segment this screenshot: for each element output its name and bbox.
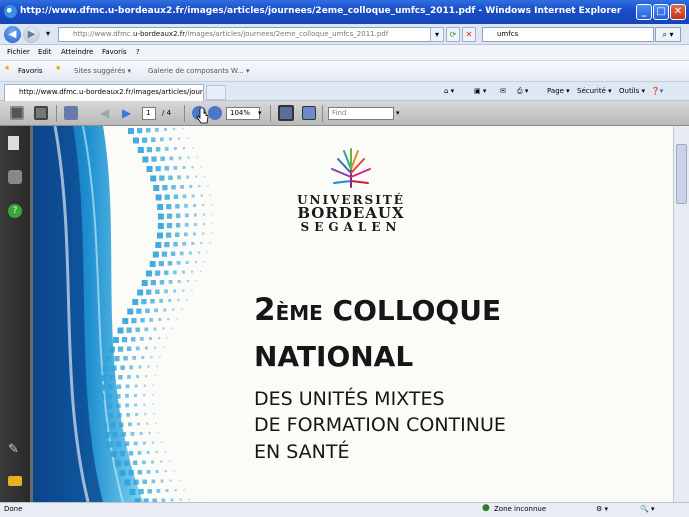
attachments-icon[interactable] (8, 170, 22, 184)
university-logo-icon (331, 148, 371, 188)
page-total: / 4 (162, 109, 172, 117)
fit-width-icon[interactable] (278, 105, 294, 121)
minimize-button[interactable]: _ (636, 4, 652, 20)
menu-go[interactable]: Atteindre (61, 48, 93, 56)
headline-ordinal: ÈME (275, 301, 323, 325)
menu-edit[interactable]: Edit (38, 48, 52, 56)
add-favorite-icon[interactable]: ★ (55, 64, 61, 72)
find-dropdown-icon[interactable]: ▾ (396, 109, 400, 117)
find-input[interactable]: Find (328, 107, 394, 120)
paperclip-icon[interactable]: ✎ (8, 442, 22, 457)
window-title: http://www.dfmc.u-bordeaux2.fr/images/ar… (20, 6, 622, 16)
url-input[interactable]: http://www.dfmc.u-bordeaux2.fr/images/ar… (58, 27, 440, 42)
favorites-button[interactable]: Favoris (18, 67, 43, 75)
pages-icon[interactable] (8, 136, 19, 150)
comments-icon[interactable] (8, 476, 22, 486)
headline-number: 2 (254, 292, 276, 328)
save-icon[interactable] (34, 106, 48, 120)
title-bar: http://www.dfmc.u-bordeaux2.fr/images/ar… (0, 0, 689, 24)
vertical-scrollbar[interactable] (673, 126, 689, 502)
security-menu[interactable]: Sécurité ▾ (577, 87, 612, 95)
pdf-toolbar: ◀ ▶ 1 / 4 104% ▾ Find ▾ (0, 101, 689, 126)
separator (270, 105, 271, 122)
zoom-status-icon[interactable]: 🔍 ▾ (640, 505, 654, 513)
separator (322, 105, 323, 122)
subheadline-1: DES UNITÉS MIXTES (254, 388, 445, 410)
logo-line-3: SEGALEN (300, 220, 402, 234)
stop-icon[interactable]: ✕ (462, 27, 476, 42)
menu-help[interactable]: ? (136, 48, 140, 56)
favorites-bar: ★ Favoris ★ Sites suggérés ▾ Galerie de … (0, 61, 689, 82)
headline-line-1: 2ÈME COLLOQUE (254, 292, 501, 328)
subheadline-2: DE FORMATION CONTINUE (254, 414, 506, 436)
pdf-page: UNIVERSITÉ BORDEAUX SEGALEN 2ÈME COLLOQU… (33, 126, 673, 502)
refresh-icon[interactable]: ⟳ (446, 27, 460, 42)
suggested-sites-button[interactable]: Sites suggérés ▾ (74, 67, 131, 75)
separator (184, 105, 185, 122)
tools-menu[interactable]: Outils ▾ (619, 87, 645, 95)
feeds-icon[interactable]: ▣ ▾ (474, 87, 486, 95)
url-suffix: /images/articles/journees/2eme_colloque_… (185, 30, 389, 38)
headline-colloque: COLLOQUE (322, 294, 502, 327)
university-logo-text: UNIVERSITÉ BORDEAUX SEGALEN (283, 194, 419, 233)
forward-button[interactable]: ▶ (23, 26, 40, 43)
url-dropdown-icon[interactable]: ▾ (430, 27, 444, 42)
print-icon[interactable]: ⎙ ▾ (517, 87, 528, 96)
mail-icon[interactable]: ✉ (500, 87, 506, 95)
pdf-navigation-panel: ? ✎ (0, 126, 30, 502)
address-bar: ◀ ▶ ▾ http://www.dfmc.u-bordeaux2.fr/ima… (0, 24, 689, 45)
home-icon[interactable]: ⌂ ▾ (444, 87, 454, 95)
globe-icon: ● (482, 503, 490, 513)
back-button[interactable]: ◀ (4, 26, 21, 43)
zoom-select[interactable]: 104% (226, 107, 260, 120)
new-tab-button[interactable] (206, 85, 226, 100)
zone-text: Zone inconnue (494, 505, 547, 513)
next-page-icon[interactable]: ▶ (122, 106, 136, 120)
decorative-wave-pattern (33, 126, 213, 502)
web-slice-gallery-button[interactable]: Galerie de composants W... ▾ (148, 67, 250, 75)
maximize-button[interactable]: □ (653, 4, 669, 20)
ie-logo-icon (4, 5, 17, 18)
headline-line-2: NATIONAL (254, 340, 414, 373)
separator (56, 105, 57, 122)
zoom-dropdown-icon[interactable]: ▾ (258, 109, 262, 117)
search-icon[interactable]: ⌕ ▾ (655, 27, 681, 42)
page-menu[interactable]: Page ▾ (547, 87, 570, 95)
help-icon[interactable]: ? (8, 204, 22, 218)
url-prefix: http://www.dfmc. (73, 30, 134, 38)
page-number-input[interactable]: 1 (142, 107, 156, 120)
print-icon[interactable] (10, 106, 24, 120)
menu-favorites[interactable]: Favoris (102, 48, 127, 56)
mouse-cursor-icon (196, 108, 209, 124)
search-input[interactable]: umfcs (482, 27, 654, 42)
subheadline-3: EN SANTÉ (254, 441, 350, 463)
menu-file[interactable]: Fichier (7, 48, 30, 56)
help-icon[interactable]: ❓▾ (651, 87, 663, 95)
protected-mode-icon[interactable]: ⚙ ▾ (596, 505, 608, 513)
url-domain: u-bordeaux2.fr (133, 30, 186, 38)
status-text: Done (4, 505, 23, 513)
logo-line-2: BORDEAUX (297, 204, 405, 222)
tab-active[interactable]: http://www.dfmc.u-bordeaux2.fr/images/ar… (4, 84, 204, 101)
zoom-in-icon[interactable] (208, 106, 222, 120)
prev-page-icon[interactable]: ◀ (100, 106, 114, 120)
scrollbar-thumb[interactable] (676, 144, 687, 204)
close-button[interactable]: ✕ (670, 4, 686, 20)
fit-page-icon[interactable] (302, 106, 316, 120)
share-icon[interactable] (64, 106, 78, 120)
history-dropdown-icon[interactable]: ▾ (41, 27, 55, 42)
menu-bar: Fichier Edit Atteindre Favoris ? (0, 45, 689, 61)
status-bar: Done ● Zone inconnue ⚙ ▾ 🔍 ▾ (0, 502, 689, 517)
favorites-star-icon: ★ (4, 64, 11, 72)
